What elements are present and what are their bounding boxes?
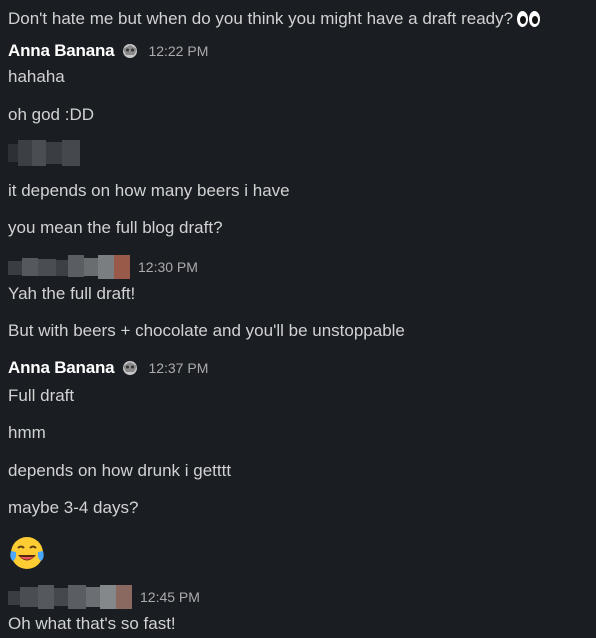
face-with-tears-of-joy-icon: [8, 534, 46, 572]
eyes-emoji-icon: [517, 11, 541, 27]
message-text: Full draft: [8, 386, 75, 405]
redacted-name-icon: [8, 140, 80, 166]
message-timestamp[interactable]: 12:22 PM: [148, 43, 208, 59]
message-text: But with beers + chocolate and you'll be…: [8, 321, 405, 340]
message-text: it depends on how many beers i have: [8, 181, 290, 200]
status-emoji-icon[interactable]: [120, 42, 140, 60]
message-text: you mean the full blog draft?: [8, 218, 223, 237]
message-text: oh god :DD: [8, 105, 94, 124]
message-text: maybe 3-4 days?: [8, 498, 139, 517]
redacted-name-icon[interactable]: [8, 585, 132, 609]
message-header: 12:30 PM: [8, 255, 198, 279]
message-timestamp[interactable]: 12:45 PM: [140, 589, 200, 605]
author-name[interactable]: Anna Banana: [8, 41, 115, 61]
status-emoji-icon[interactable]: [120, 359, 140, 377]
message-text: Oh what that's so fast!: [8, 614, 176, 633]
message-text: depends on how drunk i getttt: [8, 461, 232, 480]
message-header: Anna Banana 12:37 PM: [8, 357, 208, 379]
message-text: Don't hate me but when do you think you …: [8, 8, 541, 30]
message-list: Don't hate me but when do you think you …: [0, 0, 596, 638]
message-timestamp[interactable]: 12:30 PM: [138, 259, 198, 275]
author-name[interactable]: Anna Banana: [8, 358, 115, 378]
message-text: Yah the full draft!: [8, 284, 136, 303]
message-header: Anna Banana 12:22 PM: [8, 40, 208, 62]
message-timestamp[interactable]: 12:37 PM: [148, 360, 208, 376]
message-text-content: Don't hate me but when do you think you …: [8, 9, 514, 28]
message-text: hahaha: [8, 67, 65, 86]
message-text: hmm: [8, 423, 46, 442]
redacted-name-icon[interactable]: [8, 255, 130, 279]
message-header: 12:45 PM: [8, 585, 200, 609]
